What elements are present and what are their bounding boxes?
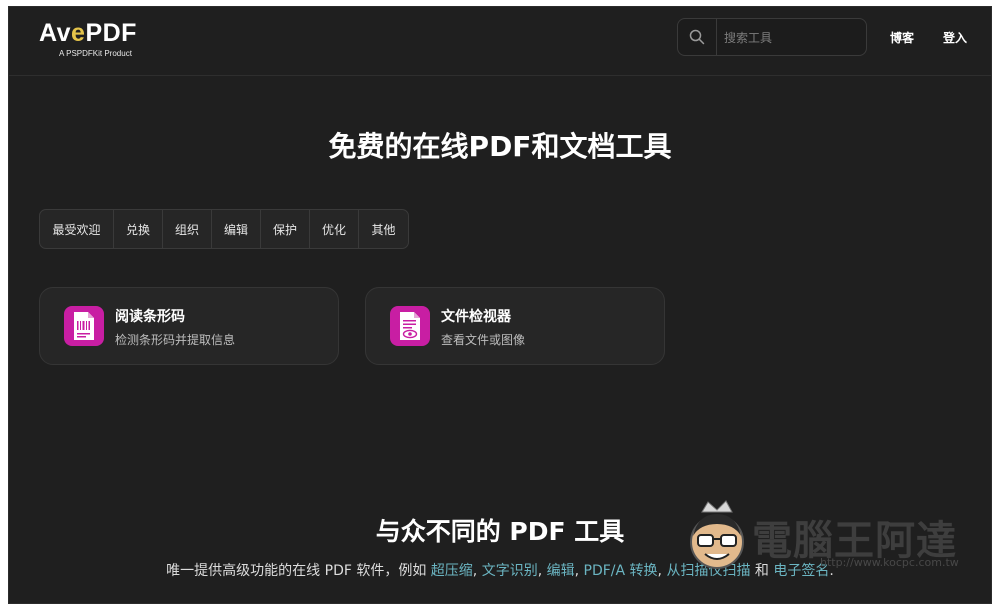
tab-optimize[interactable]: 优化 (310, 210, 359, 248)
search-input[interactable] (722, 27, 856, 49)
category-tabs: 最受欢迎 兑换 组织 编辑 保护 优化 其他 (39, 209, 409, 249)
link-ultra-compress[interactable]: 超压缩 (431, 563, 473, 579)
page-title: 免费的在线PDF和文档工具 (328, 130, 672, 163)
link-pdfa-convert[interactable]: PDF/A 转换 (584, 563, 658, 579)
tab-convert[interactable]: 兑换 (114, 210, 163, 248)
tool-card-title: 文件检视器 (441, 309, 511, 325)
document-eye-icon (390, 306, 430, 346)
nav-blog-link[interactable]: 博客 (890, 29, 914, 46)
search-icon[interactable] (678, 19, 717, 55)
tab-protect[interactable]: 保护 (261, 210, 310, 248)
section-description: 唯一提供高级功能的在线 PDF 软件，例如 超压缩, 文字识别, 编辑, PDF… (166, 563, 834, 579)
logo[interactable]: AvePDF A PSPDFKit Product (39, 19, 137, 58)
tool-card-read-barcode[interactable]: 阅读条形码 检测条形码并提取信息 (39, 287, 339, 365)
logo-tagline: A PSPDFKit Product (59, 49, 132, 58)
tool-card-file-viewer[interactable]: 文件检视器 查看文件或图像 (365, 287, 665, 365)
tool-card-description: 查看文件或图像 (441, 333, 526, 347)
link-esign[interactable]: 电子签名 (773, 563, 829, 579)
barcode-document-icon (64, 306, 104, 346)
tab-popular[interactable]: 最受欢迎 (40, 210, 114, 248)
tab-edit[interactable]: 编辑 (212, 210, 261, 248)
app-frame: AvePDF A PSPDFKit Product 博客 登入 免费的在线PDF… (8, 6, 992, 604)
tab-other[interactable]: 其他 (359, 210, 408, 248)
link-edit[interactable]: 编辑 (547, 563, 575, 579)
section-title: 与众不同的 PDF 工具 (375, 517, 625, 546)
tool-card-description: 检测条形码并提取信息 (115, 333, 236, 347)
header: AvePDF A PSPDFKit Product 博客 登入 (9, 7, 991, 76)
login-button[interactable]: 登入 (943, 29, 967, 46)
search-box[interactable] (677, 18, 867, 56)
link-scan[interactable]: 从扫描仪扫描 (666, 563, 750, 579)
tool-card-title: 阅读条形码 (115, 309, 185, 325)
link-ocr[interactable]: 文字识别 (482, 563, 538, 579)
tab-organize[interactable]: 组织 (163, 210, 212, 248)
logo-wordmark: AvePDF (39, 19, 137, 47)
